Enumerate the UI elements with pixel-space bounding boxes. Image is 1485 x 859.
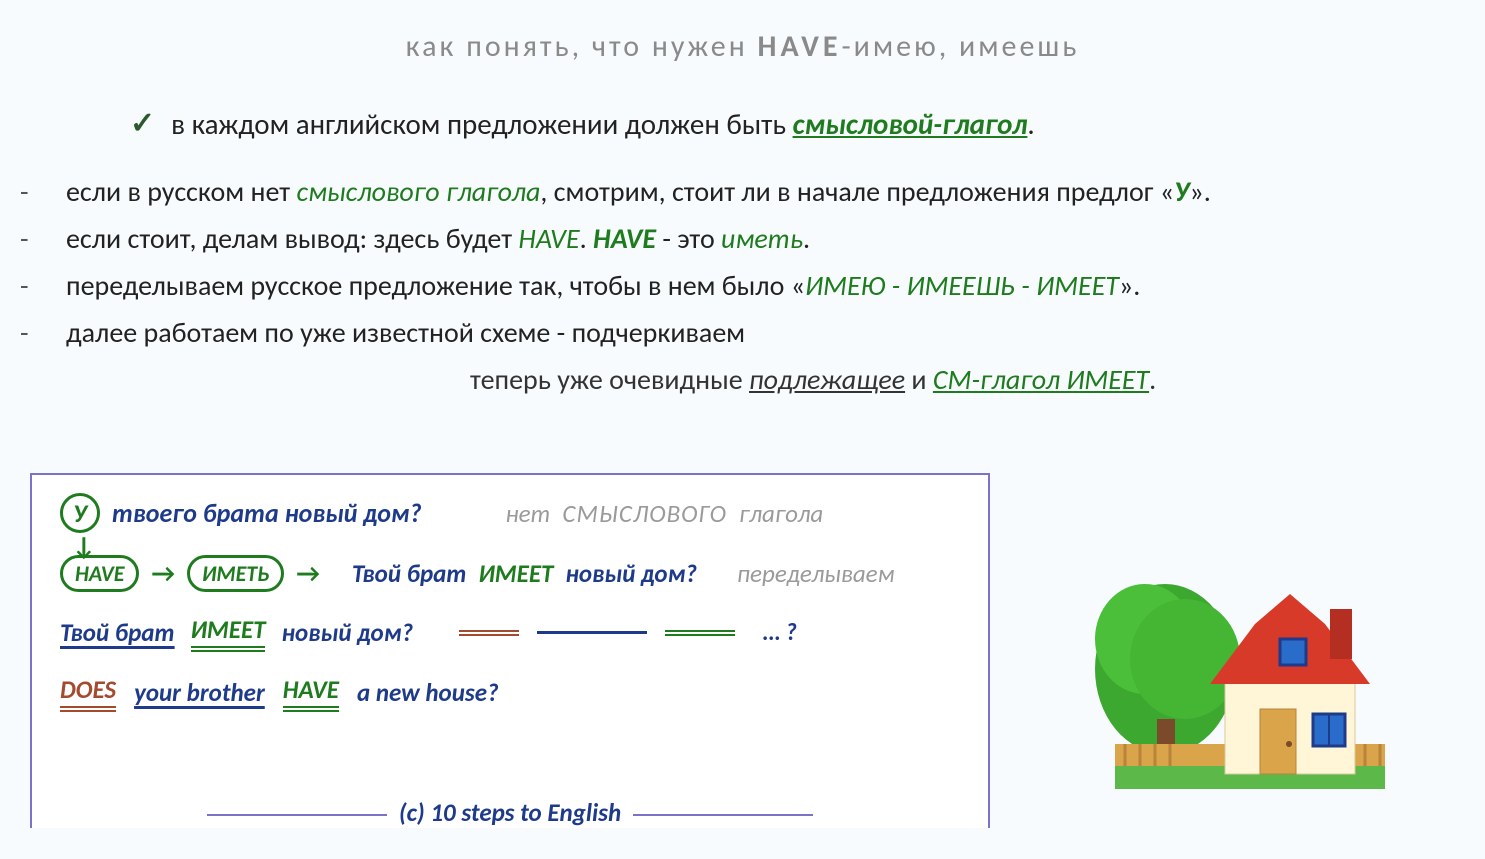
- slide-title: как понять, что нужен HAVE-имею, имеешь: [0, 0, 1485, 77]
- bullet-4: - далее работаем по уже известной схеме …: [20, 315, 1485, 350]
- bullet-2-text: если стоит, делам вывод: здесь будет HAV…: [66, 221, 810, 256]
- main-point-text: в каждом английском предложении должен б…: [171, 106, 1035, 142]
- arrow-down-icon: ↓: [72, 539, 960, 555]
- placeholder-subject: [537, 631, 647, 634]
- bullet-4-text: далее работаем по уже известной схеме - …: [66, 315, 745, 350]
- title-suffix: -имею, имеешь: [841, 28, 1079, 65]
- row3-object: новый дом?: [281, 617, 413, 648]
- row4-have: HAVE: [283, 674, 339, 712]
- dash-icon: -: [20, 315, 34, 350]
- main-point-period: .: [1027, 106, 1034, 142]
- row4-rest: a new house?: [357, 677, 499, 708]
- bullet-2: - если стоит, делам вывод: здесь будет H…: [20, 221, 1485, 256]
- placeholder-lines: [459, 630, 735, 636]
- box-caption: (c) 10 steps to English: [32, 797, 988, 828]
- row1-grey-no: нет: [506, 498, 551, 529]
- continuation-line: теперь уже очевидные подлежащее и СМ-гла…: [470, 362, 1485, 397]
- row4-does: DOES: [60, 674, 116, 712]
- bullet-1: - если в русском нет смыслового глагола,…: [20, 174, 1485, 209]
- example-row-4: DOES your brother HAVE a new house?: [60, 674, 960, 712]
- arrow-right-icon: →: [151, 557, 175, 589]
- oval-imet: ИМЕТЬ: [187, 555, 284, 592]
- bullet-list: - если в русском нет смыслового глагола,…: [20, 174, 1485, 350]
- example-box: У твоего брата новый дом? нет СМЫСЛОВОГО…: [30, 473, 990, 828]
- row2-green: ИМЕЕТ: [478, 558, 553, 589]
- placeholder-verb: [665, 630, 735, 636]
- arrow-right-icon: →: [296, 557, 320, 589]
- example-row-1: У твоего брата новый дом? нет СМЫСЛОВОГО…: [60, 493, 960, 533]
- row2-grey: переделываем: [737, 558, 895, 589]
- row3-subject: Твой брат: [60, 617, 175, 648]
- check-icon: ✓: [130, 105, 155, 142]
- title-have: HAVE: [758, 28, 842, 65]
- circled-y: У: [60, 493, 100, 533]
- main-point: ✓ в каждом английском предложении должен…: [130, 105, 1485, 142]
- oval-have: HAVE: [60, 555, 139, 592]
- dash-icon: -: [20, 221, 34, 256]
- row1-blue: твоего брата новый дом?: [112, 497, 422, 529]
- house-illustration: [1065, 509, 1395, 809]
- row3-dots: … ?: [763, 618, 797, 647]
- row3-verb: ИМЕЕТ: [191, 614, 266, 652]
- row1-grey-verb: глагола: [739, 498, 823, 529]
- example-row-2: HAVE → ИМЕТЬ → Твой брат ИМЕЕТ новый дом…: [60, 555, 960, 592]
- dash-icon: -: [20, 174, 34, 209]
- row2-blue1: Твой брат: [352, 558, 467, 589]
- placeholder-aux: [459, 630, 519, 636]
- main-point-emph: смысловой-глагол: [793, 106, 1028, 142]
- bullet-3-text: переделываем русское предложение так, чт…: [66, 268, 1140, 303]
- row4-subject: your brother: [134, 677, 265, 708]
- bullet-3: - переделываем русское предложение так, …: [20, 268, 1485, 303]
- dash-icon: -: [20, 268, 34, 303]
- row1-grey-caps: СМЫСЛОВОГО: [562, 498, 727, 529]
- row2-blue2: новый дом?: [565, 558, 697, 589]
- main-point-pre: в каждом английском предложении должен б…: [171, 106, 792, 142]
- title-prefix: как понять, что нужен: [406, 28, 758, 65]
- bullet-1-text: если в русском нет смыслового глагола, с…: [66, 174, 1211, 209]
- example-row-3: Твой брат ИМЕЕТ новый дом? … ?: [60, 614, 960, 652]
